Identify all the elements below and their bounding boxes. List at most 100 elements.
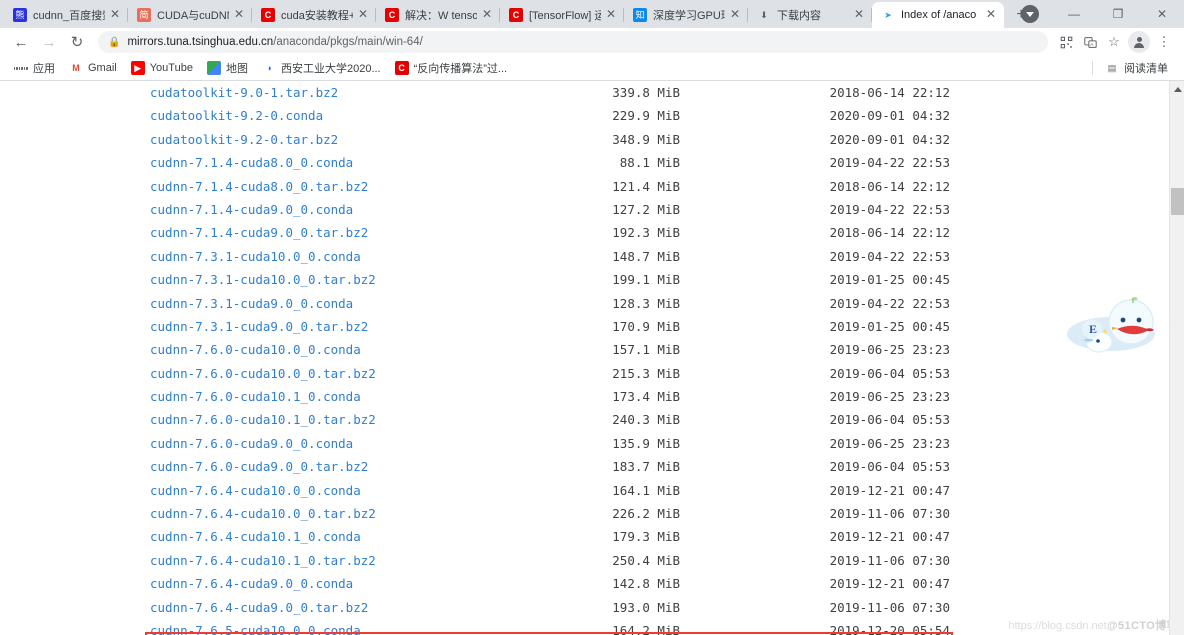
tab-title: cuda安装教程+c	[281, 10, 353, 22]
file-link[interactable]: cudatoolkit-9.0-1.tar.bz2	[150, 81, 338, 104]
watermark: https://blog.csdn.net@51CTO博客	[1008, 617, 1178, 633]
tab-close-icon[interactable]: ✕	[108, 8, 122, 22]
browser-tab-0[interactable]: 熊 cudnn_百度搜索✕	[4, 2, 128, 28]
browser-tab-5[interactable]: 知深度学习GPU环 ✕	[624, 2, 748, 28]
file-link[interactable]: cudnn-7.1.4-cuda8.0_0.conda	[150, 151, 353, 174]
file-link[interactable]: cudnn-7.6.4-cuda10.0_0.conda	[150, 479, 361, 502]
file-link[interactable]: cudnn-7.6.5-cuda10.0_0.conda	[150, 619, 361, 635]
file-date: 2019-06-04 05:53	[829, 459, 950, 475]
file-date: 2019-06-25 23:23	[829, 342, 950, 358]
tab-close-icon[interactable]: ✕	[604, 8, 618, 22]
file-date: 2019-12-21 00:47	[829, 529, 950, 545]
file-link[interactable]: cudnn-7.3.1-cuda9.0_0.tar.bz2	[150, 315, 368, 338]
translate-icon[interactable]: A	[1078, 30, 1102, 54]
tab-close-icon[interactable]: ✕	[728, 8, 742, 22]
file-row: cudnn-7.6.4-cuda10.1_0.conda 179.3 MiB 201…	[150, 525, 960, 548]
file-row: cudnn-7.3.1-cuda10.0_0.tar.bz2 199.1 MiB 2…	[150, 268, 960, 291]
browser-tab-1[interactable]: 简 CUDA与cuDNN ✕	[128, 2, 252, 28]
browser-toolbar: ← → ↻ 🔒 mirrors.tuna.tsinghua.edu.cn/ana…	[0, 28, 1184, 56]
file-link[interactable]: cudatoolkit-9.2-0.conda	[150, 104, 323, 127]
baidu-icon: 熊	[13, 8, 27, 22]
page-content: cudatoolkit-9.0-1.tar.bz2 339.8 MiB 2018-0…	[0, 81, 1184, 635]
qr-code-icon[interactable]	[1054, 30, 1078, 54]
tab-title: Index of /anaco	[901, 9, 977, 21]
file-link[interactable]: cudnn-7.3.1-cuda9.0_0.conda	[150, 292, 353, 315]
page-scrollbar[interactable]	[1169, 81, 1184, 635]
close-window-button[interactable]: ✕	[1140, 0, 1184, 28]
bookmark-maps[interactable]: 地图	[201, 58, 254, 78]
reading-list-icon: ▤	[1107, 62, 1117, 73]
bookmark-xaut[interactable]: ◑ 西安工业大学2020...	[256, 58, 387, 78]
bookmark-gmail[interactable]: M Gmail	[63, 59, 123, 77]
scrollbar-thumb[interactable]	[1171, 188, 1184, 215]
browser-profile-badge[interactable]	[1008, 0, 1052, 28]
file-link[interactable]: cudnn-7.6.0-cuda10.1_0.conda	[150, 385, 361, 408]
file-row: cudnn-7.6.0-cuda10.1_0.conda 173.4 MiB 201…	[150, 385, 960, 408]
address-bar[interactable]: 🔒 mirrors.tuna.tsinghua.edu.cn/anaconda/…	[98, 31, 1048, 53]
file-size: 193.0 MiB	[612, 599, 680, 615]
youtube-icon: ▶	[130, 61, 145, 75]
file-link[interactable]: cudnn-7.6.4-cuda10.0_0.tar.bz2	[150, 502, 376, 525]
zhihu-icon: 知	[633, 8, 647, 22]
file-row: cudnn-7.6.0-cuda9.0_0.tar.bz2 183.7 MiB 20…	[150, 455, 960, 478]
file-link[interactable]: cudnn-7.3.1-cuda10.0_0.tar.bz2	[150, 268, 376, 291]
tab-close-icon[interactable]: ✕	[232, 8, 246, 22]
browser-tab-6[interactable]: ⬇ 下载内容 ✕	[748, 2, 872, 28]
file-link[interactable]: cudnn-7.6.0-cuda10.1_0.tar.bz2	[150, 408, 376, 431]
url-host: mirrors.tuna.tsinghua.edu.cn	[127, 36, 274, 48]
file-link[interactable]: cudnn-7.6.4-cuda10.1_0.conda	[150, 525, 361, 548]
file-link[interactable]: cudnn-7.6.4-cuda10.1_0.tar.bz2	[150, 549, 376, 572]
file-link[interactable]: cudnn-7.6.0-cuda9.0_0.tar.bz2	[150, 455, 368, 478]
tab-close-icon[interactable]: ✕	[984, 8, 998, 22]
file-link[interactable]: cudnn-7.3.1-cuda10.0_0.conda	[150, 245, 361, 268]
browser-tab-3[interactable]: C 解决：W tensorf✕	[376, 2, 500, 28]
file-link[interactable]: cudnn-7.1.4-cuda9.0_0.tar.bz2	[150, 221, 368, 244]
maximize-button[interactable]: ❐	[1096, 0, 1140, 28]
minimize-button[interactable]: —	[1052, 0, 1096, 28]
tab-close-icon[interactable]: ✕	[480, 8, 494, 22]
file-link[interactable]: cudatoolkit-9.2-0.tar.bz2	[150, 128, 338, 151]
file-link[interactable]: cudnn-7.6.0-cuda10.0_0.tar.bz2	[150, 362, 376, 385]
file-row: cudnn-7.6.4-cuda9.0_0.conda 142.8 MiB 2019…	[150, 572, 960, 595]
reload-icon[interactable]: ↻	[64, 29, 90, 55]
csdn-icon: C	[394, 61, 409, 75]
file-link[interactable]: cudnn-7.1.4-cuda8.0_0.tar.bz2	[150, 175, 368, 198]
file-listing: cudatoolkit-9.0-1.tar.bz2 339.8 MiB 2018-0…	[150, 81, 960, 635]
bookmark-apps[interactable]: 应用	[8, 58, 61, 78]
scroll-up-arrow-icon[interactable]	[1170, 82, 1184, 96]
file-link[interactable]: cudnn-7.6.0-cuda10.0_0.conda	[150, 338, 361, 361]
tab-close-icon[interactable]: ✕	[852, 8, 866, 22]
browser-tab-4[interactable]: C [TensorFlow] 运 ✕	[500, 2, 624, 28]
account-avatar[interactable]	[1128, 31, 1150, 53]
file-row: cudnn-7.6.0-cuda10.0_0.conda 157.1 MiB 201…	[150, 338, 960, 361]
bookmark-youtube[interactable]: ▶ YouTube	[125, 59, 199, 77]
file-date: 2019-04-22 22:53	[829, 155, 950, 171]
file-size: 348.9 MiB	[612, 131, 680, 147]
file-row: cudatoolkit-9.2-0.tar.bz2 348.9 MiB 2020-0…	[150, 128, 960, 151]
file-row: cudnn-7.1.4-cuda8.0_0.tar.bz2 121.4 MiB 20…	[150, 175, 960, 198]
file-date: 2019-11-06 07:30	[829, 599, 950, 615]
bookmark-label: 应用	[33, 63, 55, 75]
file-link[interactable]: cudnn-7.1.4-cuda9.0_0.conda	[150, 198, 353, 221]
browser-tab-7[interactable]: ➤ Index of /anaco ✕	[872, 2, 1004, 28]
bookmark-label: “反向传播算法”过...	[413, 63, 508, 75]
back-icon[interactable]: ←	[8, 29, 34, 55]
chrome-menu-icon[interactable]: ⋮	[1152, 30, 1176, 54]
file-link[interactable]: cudnn-7.6.4-cuda9.0_0.tar.bz2	[150, 596, 368, 619]
file-link[interactable]: cudnn-7.6.0-cuda9.0_0.conda	[150, 432, 353, 455]
svg-text:E: E	[1089, 322, 1097, 336]
file-row: cudnn-7.1.4-cuda9.0_0.conda 127.2 MiB 2019…	[150, 198, 960, 221]
file-link[interactable]: cudnn-7.6.4-cuda9.0_0.conda	[150, 572, 353, 595]
tuna-bird-icon: ➤	[884, 9, 892, 20]
file-date: 2019-01-25 00:45	[829, 272, 950, 288]
file-size: 199.1 MiB	[612, 272, 680, 288]
file-date: 2019-12-20 05:54	[829, 622, 950, 635]
tab-title: cudnn_百度搜索	[33, 10, 105, 22]
forward-icon[interactable]: →	[36, 29, 62, 55]
tab-close-icon[interactable]: ✕	[356, 8, 370, 22]
browser-tab-2[interactable]: Ccuda安装教程+c ✕	[252, 2, 376, 28]
bookmark-csdn[interactable]: C “反向传播算法”过...	[389, 58, 514, 78]
toolbar-icons: A ☆ ⋮	[1054, 30, 1176, 54]
bookmark-star-icon[interactable]: ☆	[1102, 30, 1126, 54]
reading-list-button[interactable]: ▤ 阅读清单	[1099, 58, 1174, 78]
